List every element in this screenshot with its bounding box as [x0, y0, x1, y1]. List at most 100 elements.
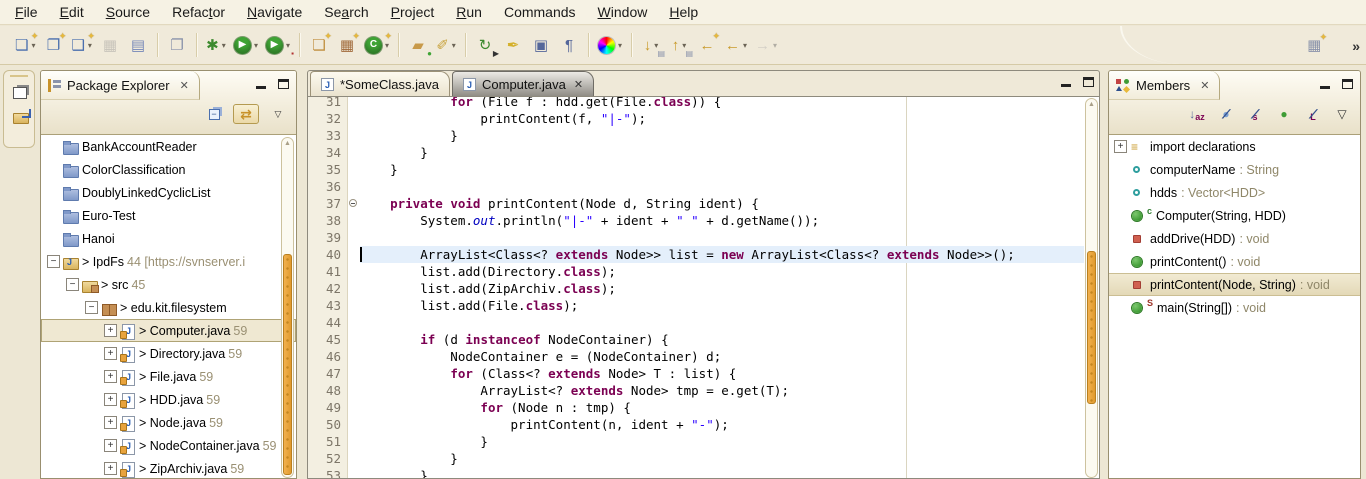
- previous-annotation-button[interactable]: ↑▤▾: [667, 32, 691, 58]
- tree-expander[interactable]: −: [85, 301, 98, 314]
- show-source-button[interactable]: ▣: [529, 32, 553, 58]
- tree-expander[interactable]: +: [104, 347, 117, 360]
- menu-run[interactable]: Run: [445, 2, 493, 22]
- package-explorer-tab[interactable]: Package Explorer ✕: [41, 71, 200, 100]
- new-wizard-button[interactable]: ❏✦▾: [13, 32, 37, 58]
- tree-expander[interactable]: +: [104, 370, 117, 383]
- tree-item-euro-test[interactable]: Euro-Test: [41, 204, 296, 227]
- external-tools-button[interactable]: ▶▪▾: [264, 32, 292, 58]
- color-wheel-button[interactable]: ▾: [596, 32, 624, 58]
- close-icon[interactable]: ✕: [574, 78, 583, 91]
- code-line-45[interactable]: 45 if (d instanceof NodeContainer) {: [308, 331, 1084, 348]
- code-line-35[interactable]: 35 }: [308, 161, 1084, 178]
- tree-expander[interactable]: +: [104, 462, 117, 475]
- code-line-42[interactable]: 42 list.add(ZipArchiv.class);: [308, 280, 1084, 297]
- menu-navigate[interactable]: Navigate: [236, 2, 313, 22]
- code-line-49[interactable]: 49 for (Node n : tmp) {: [308, 399, 1084, 416]
- member-hdds[interactable]: hdds : Vector<HDD>: [1109, 181, 1360, 204]
- menu-window[interactable]: Window: [587, 2, 659, 22]
- scrollbar-thumb[interactable]: [283, 254, 292, 475]
- code-line-38[interactable]: 38 System.out.println("|-" + ident + " "…: [308, 212, 1084, 229]
- hide-fields-button[interactable]: ●∕: [1216, 104, 1236, 124]
- code-line-48[interactable]: 48 ArrayList<? extends Node> tmp = e.get…: [308, 382, 1084, 399]
- tree-item-src[interactable]: −> src45: [41, 273, 296, 296]
- tree-item-file.java[interactable]: +> File.java59: [41, 365, 296, 388]
- last-edit-location-button[interactable]: ←✦: [695, 32, 719, 58]
- close-icon[interactable]: ✕: [1200, 79, 1209, 92]
- drag-grip[interactable]: [10, 75, 28, 77]
- code-line-53[interactable]: 53 }: [308, 467, 1084, 478]
- close-icon[interactable]: ✕: [180, 79, 189, 92]
- dual-window-button[interactable]: ❐: [165, 32, 189, 58]
- view-menu-button[interactable]: ▽: [1332, 104, 1352, 124]
- editor-scrollbar[interactable]: ▲: [1085, 98, 1098, 478]
- menu-refactor[interactable]: Refactor: [161, 2, 236, 22]
- menu-help[interactable]: Help: [658, 2, 709, 22]
- tree-expander[interactable]: +: [104, 416, 117, 429]
- new-class-button[interactable]: C✦▾: [363, 32, 391, 58]
- code-line-51[interactable]: 51 }: [308, 433, 1084, 450]
- run-button[interactable]: ▶▾: [232, 32, 260, 58]
- scrollbar-thumb[interactable]: [1087, 251, 1096, 404]
- member-printcontent-node-string-[interactable]: printContent(Node, String) : void: [1109, 273, 1360, 296]
- hide-static-members-button[interactable]: s∕: [1245, 104, 1265, 124]
- link-with-editor-button[interactable]: ⇄: [233, 104, 259, 124]
- tree-item-bankaccountreader[interactable]: BankAccountReader: [41, 135, 296, 158]
- code-line-40[interactable]: 40 ArrayList<Class<? extends Node>> list…: [308, 246, 1084, 263]
- tree-item-edu.kit.filesystem[interactable]: −> edu.kit.filesystem: [41, 296, 296, 319]
- tree-item-computer.java[interactable]: +> Computer.java59: [41, 319, 296, 342]
- toolbar-overflow-chevron[interactable]: »: [1352, 38, 1358, 54]
- scroll-up-arrow[interactable]: ▲: [282, 140, 293, 147]
- show-public-only-button[interactable]: ●: [1274, 104, 1294, 124]
- tree-item-colorclassification[interactable]: ColorClassification: [41, 158, 296, 181]
- menu-search[interactable]: Search: [313, 2, 379, 22]
- tree-item-directory.java[interactable]: +> Directory.java59: [41, 342, 296, 365]
- tree-expander[interactable]: +: [104, 439, 117, 452]
- menu-source[interactable]: Source: [95, 2, 161, 22]
- print-button[interactable]: ▤: [126, 32, 150, 58]
- member-expander[interactable]: +: [1114, 140, 1127, 153]
- code-line-36[interactable]: 36: [308, 178, 1084, 195]
- code-line-32[interactable]: 32 printContent(f, "|-");: [308, 110, 1084, 127]
- member-computername[interactable]: computerName : String: [1109, 158, 1360, 181]
- code-line-52[interactable]: 52 }: [308, 450, 1084, 467]
- code-line-37[interactable]: 37 private void printContent(Node d, Str…: [308, 195, 1084, 212]
- code-line-39[interactable]: 39: [308, 229, 1084, 246]
- mark-occurrences-button[interactable]: ✒: [501, 32, 525, 58]
- editor-tab-someclass.java[interactable]: J*SomeClass.java: [310, 71, 450, 96]
- maximize-button[interactable]: [1340, 77, 1354, 89]
- minimize-button[interactable]: [254, 77, 268, 89]
- new-working-set-button[interactable]: ▦✦: [1302, 33, 1326, 59]
- show-whitespace-button[interactable]: ¶: [557, 32, 581, 58]
- code-line-50[interactable]: 50 printContent(n, ident + "-");: [308, 416, 1084, 433]
- menu-file[interactable]: File: [4, 2, 49, 22]
- tree-expander[interactable]: −: [66, 278, 79, 291]
- run-last-tool-button[interactable]: ↻▶: [473, 32, 497, 58]
- code-line-47[interactable]: 47 for (Class<? extends Node> T : list) …: [308, 365, 1084, 382]
- member-adddrive-hdd-[interactable]: addDrive(HDD) : void: [1109, 227, 1360, 250]
- member-main-string-[interactable]: Smain(String[]) : void: [1109, 296, 1360, 319]
- minimize-button[interactable]: [1318, 77, 1332, 89]
- new-java-project-button[interactable]: ❏✦: [307, 32, 331, 58]
- code-line-41[interactable]: 41 list.add(Directory.class);: [308, 263, 1084, 280]
- tree-expander[interactable]: +: [104, 393, 117, 406]
- package-explorer-scrollbar[interactable]: ▲: [281, 137, 294, 478]
- tree-expander[interactable]: +: [104, 324, 117, 337]
- maximize-button[interactable]: [1081, 75, 1095, 87]
- new-window-button[interactable]: ❐✦: [41, 32, 65, 58]
- hide-local-types-button[interactable]: L∕: [1303, 104, 1323, 124]
- member-printcontent-[interactable]: printContent() : void: [1109, 250, 1360, 273]
- code-line-44[interactable]: 44: [308, 314, 1084, 331]
- new-view-button[interactable]: ❑✦▾: [69, 32, 93, 58]
- sort-button[interactable]: ↓az: [1187, 104, 1207, 124]
- tree-item-nodecontainer.java[interactable]: +> NodeContainer.java59: [41, 434, 296, 457]
- member-import-declarations[interactable]: +≡import declarations: [1109, 135, 1360, 158]
- menu-project[interactable]: Project: [380, 2, 446, 22]
- tree-item-node.java[interactable]: +> Node.java59: [41, 411, 296, 434]
- fold-column[interactable]: [348, 195, 360, 212]
- code-line-33[interactable]: 33 }: [308, 127, 1084, 144]
- collapse-all-button[interactable]: −: [204, 104, 224, 124]
- search-button[interactable]: ✐▾: [434, 32, 458, 58]
- tree-item-hanoi[interactable]: Hanoi: [41, 227, 296, 250]
- code-editor[interactable]: 31 for (File f : hdd.get(File.class)) {3…: [308, 97, 1099, 478]
